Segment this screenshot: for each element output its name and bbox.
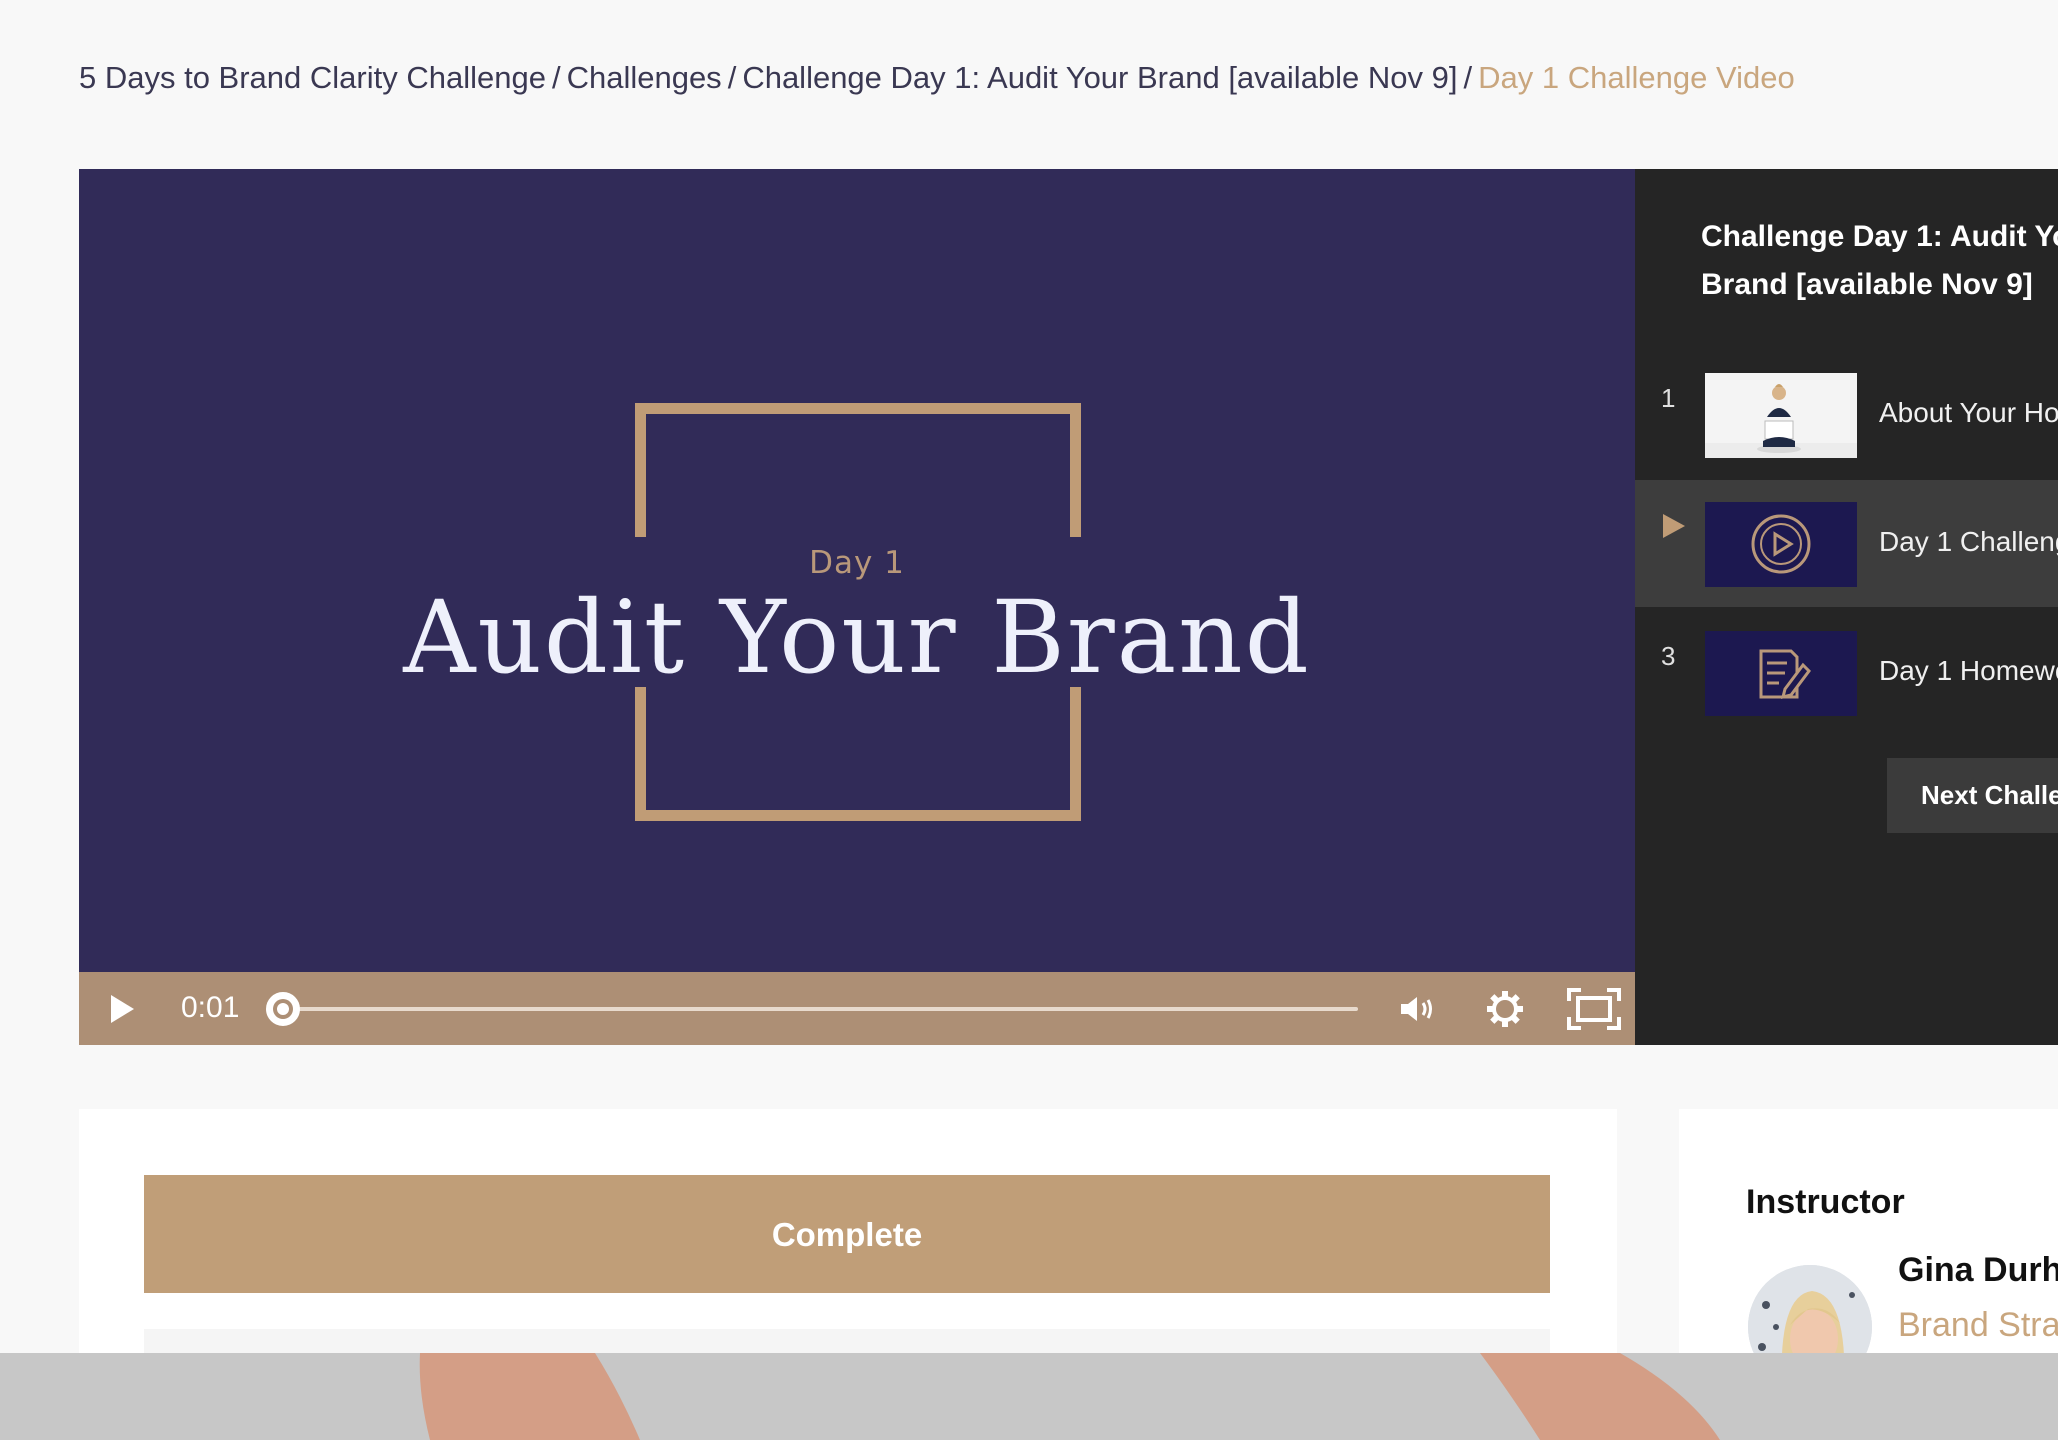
settings-icon bbox=[1487, 991, 1523, 1027]
instructor-heading: Instructor bbox=[1746, 1183, 1905, 1221]
video-player[interactable]: Day 1 Audit Your Brand 0:01 bbox=[79, 169, 1635, 1045]
now-playing-icon bbox=[1661, 512, 1687, 545]
breadcrumb-separator: / bbox=[727, 60, 737, 95]
lesson-playlist: Challenge Day 1: Audit Your Brand [avail… bbox=[1635, 169, 2058, 1045]
footer-hero-image bbox=[0, 1353, 2058, 1440]
playlist-item-label: About Your Host bbox=[1879, 397, 2058, 428]
breadcrumb-separator: / bbox=[551, 60, 561, 95]
playlist-item[interactable]: 3 Day 1 Homework bbox=[1635, 609, 2058, 736]
complete-button[interactable]: Complete bbox=[144, 1175, 1550, 1293]
playlist-item-label: Day 1 Challenge Video bbox=[1879, 526, 2058, 557]
instructor-role: Brand Strategist bbox=[1898, 1306, 2058, 1344]
playlist-footer bbox=[1635, 855, 2058, 1045]
breadcrumb-link-course[interactable]: 5 Days to Brand Clarity Challenge bbox=[79, 60, 546, 95]
breadcrumb: 5 Days to Brand Clarity Challenge / Challe… bbox=[79, 60, 1795, 96]
document-edit-icon bbox=[1705, 631, 1857, 716]
video-title-main: Audit Your Brand bbox=[403, 579, 1311, 696]
fullscreen-button[interactable] bbox=[1566, 987, 1622, 1036]
playlist-item-number: 3 bbox=[1661, 641, 1676, 671]
volume-icon bbox=[1401, 997, 1432, 1021]
person-photo-thumbnail bbox=[1705, 373, 1857, 458]
playlist-item-active[interactable]: Day 1 Challenge Video bbox=[1635, 480, 2058, 607]
progress-track[interactable] bbox=[282, 1007, 1358, 1011]
video-title-day: Day 1 bbox=[809, 545, 905, 581]
fullscreen-icon bbox=[1567, 988, 1621, 1030]
play-button[interactable] bbox=[107, 992, 137, 1031]
settings-button[interactable] bbox=[1485, 989, 1525, 1034]
playlist-item-label: Day 1 Homework bbox=[1879, 655, 2058, 686]
video-controls: 0:01 bbox=[79, 972, 1635, 1045]
playlist-item-number: 1 bbox=[1661, 383, 1676, 413]
breadcrumb-separator: / bbox=[1463, 60, 1473, 95]
breadcrumb-link-day1[interactable]: Challenge Day 1: Audit Your Brand [avail… bbox=[742, 60, 1457, 95]
playlist-header: Challenge Day 1: Audit Your Brand [avail… bbox=[1701, 220, 2058, 301]
play-circle-icon bbox=[1705, 502, 1857, 587]
play-icon bbox=[111, 995, 134, 1023]
playlist-item[interactable]: 1 About Your Host bbox=[1635, 351, 2058, 478]
instructor-name: Gina Durham bbox=[1898, 1251, 2058, 1289]
breadcrumb-link-challenges[interactable]: Challenges bbox=[567, 60, 722, 95]
video-time: 0:01 bbox=[181, 991, 240, 1024]
breadcrumb-current: Day 1 Challenge Video bbox=[1478, 60, 1795, 95]
progress-handle[interactable] bbox=[266, 992, 300, 1026]
next-challenge-button[interactable]: Next Challenge bbox=[1887, 758, 2058, 833]
volume-button[interactable] bbox=[1397, 992, 1437, 1031]
